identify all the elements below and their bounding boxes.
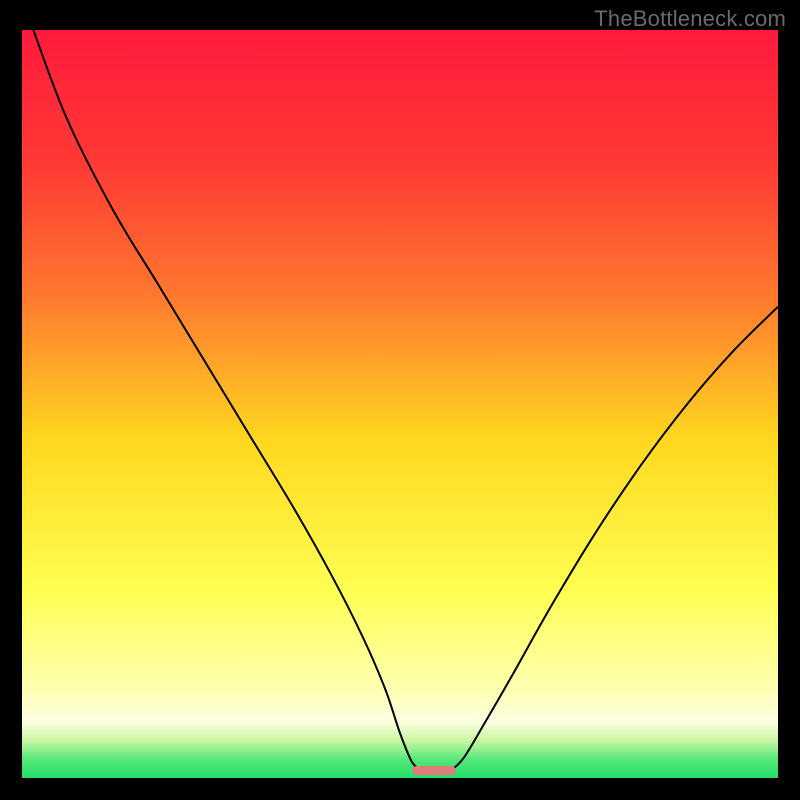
watermark-text: TheBottleneck.com bbox=[594, 6, 786, 32]
plot-area bbox=[22, 30, 778, 778]
bottleneck-range-marker bbox=[412, 766, 456, 775]
gradient-background bbox=[22, 30, 778, 778]
chart-frame: TheBottleneck.com bbox=[0, 0, 800, 800]
bottleneck-curve-chart bbox=[22, 30, 778, 778]
